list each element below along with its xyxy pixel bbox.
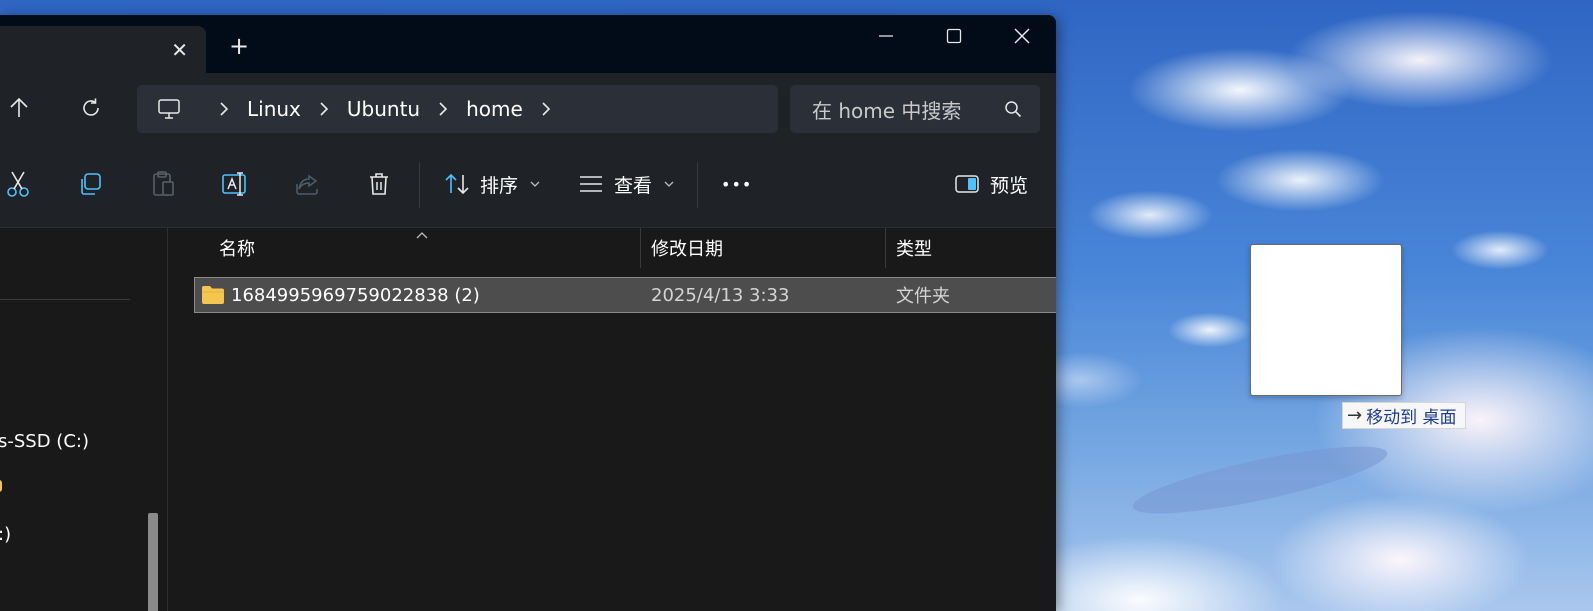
search-placeholder[interactable]: 在 home 中搜索	[812, 95, 961, 124]
tab-close-icon[interactable]: ✕	[171, 38, 188, 62]
preview-pane-icon	[955, 175, 979, 193]
new-tab-button[interactable]: +	[229, 34, 249, 58]
maximize-icon	[946, 28, 962, 44]
file-explorer-window: ✕ + Linux Ubuntu home 在 home 中搜索 排序 查看 •…	[0, 15, 1056, 611]
more-options-button[interactable]: •••	[721, 168, 752, 200]
column-name-label: 名称	[219, 239, 255, 260]
nav-item-drive[interactable]: :)	[0, 524, 11, 545]
nav-divider	[0, 299, 130, 300]
view-label: 查看	[614, 174, 653, 197]
chevron-down-icon	[664, 181, 674, 187]
sort-button[interactable]: 排序	[444, 168, 540, 200]
chevron-right-icon[interactable]	[319, 102, 329, 116]
nav-item-drive-c[interactable]: s-SSD (C:)	[0, 431, 89, 452]
chevron-right-icon[interactable]	[219, 102, 229, 116]
view-list-icon	[580, 176, 602, 192]
column-header-type[interactable]: 类型	[886, 228, 1056, 268]
command-bar: 排序 查看 ••• 预览	[0, 140, 1056, 228]
address-bar[interactable]: Linux Ubuntu home	[137, 85, 778, 133]
folder-icon	[201, 278, 225, 312]
tab-home[interactable]: ✕	[0, 26, 206, 73]
drive-icon	[0, 480, 2, 492]
sort-label: 排序	[480, 174, 519, 197]
toolbar-divider	[419, 162, 420, 208]
this-pc-icon[interactable]	[157, 98, 181, 120]
refresh-button[interactable]	[78, 95, 104, 121]
column-type-label: 类型	[896, 239, 932, 260]
arrow-up-icon	[10, 97, 28, 117]
cut-button[interactable]	[3, 169, 33, 199]
minimize-icon	[879, 35, 893, 37]
column-header-modified[interactable]: 修改日期	[641, 228, 886, 268]
paste-icon	[153, 171, 174, 196]
row-modified: 2025/4/13 3:33	[651, 284, 790, 306]
more-icon: •••	[721, 174, 753, 194]
up-button[interactable]	[6, 95, 32, 121]
row-name[interactable]: 1684995969759022838 (2)	[231, 278, 480, 312]
drag-tooltip: → 移动到 桌面	[1342, 402, 1466, 429]
nav-scrollbar[interactable]	[148, 513, 158, 611]
sort-icon	[445, 173, 469, 195]
trash-icon	[370, 173, 388, 195]
breadcrumb-ubuntu[interactable]: Ubuntu	[347, 97, 420, 121]
close-button[interactable]	[998, 21, 1046, 51]
scissors-icon	[7, 171, 29, 197]
copy-button[interactable]	[75, 169, 105, 199]
chevron-down-icon	[530, 181, 540, 187]
breadcrumb-linux[interactable]: Linux	[247, 97, 301, 121]
search-icon[interactable]	[1004, 100, 1022, 118]
drag-tooltip-label: 移动到 桌面	[1366, 408, 1457, 428]
row-type: 文件夹	[896, 286, 950, 307]
sort-ascending-icon	[416, 232, 428, 239]
toolbar-divider	[697, 162, 698, 208]
arrow-right-icon: →	[1347, 405, 1363, 426]
rename-icon	[222, 172, 246, 196]
navigation-bar: Linux Ubuntu home 在 home 中搜索	[0, 73, 1056, 140]
preview-label: 预览	[990, 174, 1029, 197]
column-modified-label: 修改日期	[651, 239, 723, 260]
paste-button[interactable]	[148, 169, 178, 199]
share-icon	[296, 174, 318, 195]
minimize-button[interactable]	[862, 21, 910, 51]
breadcrumb-home[interactable]: home	[466, 97, 523, 121]
title-bar: ✕ +	[0, 15, 1056, 73]
delete-button[interactable]	[364, 169, 394, 199]
preview-button[interactable]: 预览	[954, 168, 1028, 200]
file-list: 名称 修改日期 类型 1684995969759022838 (2) 2025/…	[169, 228, 1056, 611]
drag-preview	[1250, 244, 1402, 396]
maximize-button[interactable]	[930, 21, 978, 51]
chevron-right-icon[interactable]	[541, 102, 551, 116]
navigation-pane: s-SSD (C:) :)	[0, 228, 168, 611]
close-icon	[1014, 28, 1030, 44]
share-button[interactable]	[292, 169, 322, 199]
table-row[interactable]: 1684995969759022838 (2) 2025/4/13 3:33 文…	[194, 277, 1056, 313]
view-button[interactable]: 查看	[578, 168, 674, 200]
rename-button[interactable]	[220, 169, 250, 199]
chevron-right-icon[interactable]	[438, 102, 448, 116]
column-header-name[interactable]: 名称	[169, 228, 641, 268]
copy-icon	[81, 173, 101, 195]
refresh-icon	[83, 98, 99, 116]
search-box[interactable]: 在 home 中搜索	[790, 85, 1040, 133]
